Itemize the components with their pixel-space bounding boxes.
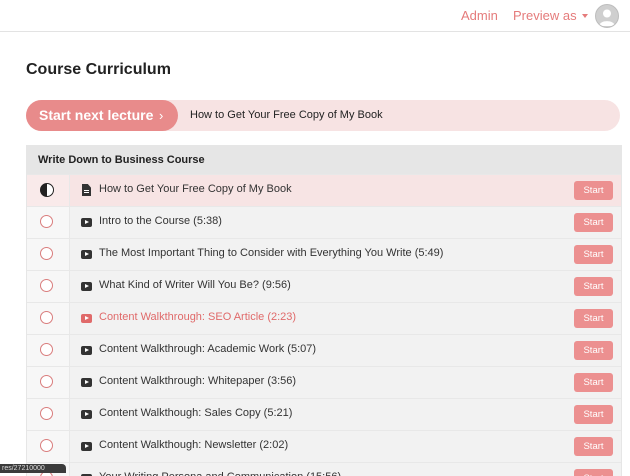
- lecture-status-cell: [27, 367, 70, 398]
- video-play-icon: [81, 250, 92, 259]
- lecture-row[interactable]: Intro to the Course (5:38) Start: [27, 206, 621, 238]
- lecture-start-button[interactable]: Start: [574, 437, 613, 456]
- lecture-title[interactable]: Your Writing Persona and Communication (…: [99, 471, 341, 476]
- lecture-list: How to Get Your Free Copy of My Book Star…: [27, 174, 621, 476]
- lecture-start-button[interactable]: Start: [574, 341, 613, 360]
- lecture-row[interactable]: Content Walkthough: Sales Copy (5:21) Sta…: [27, 398, 621, 430]
- lecture-status-cell: [27, 303, 70, 334]
- empty-circle-status-icon: [40, 215, 53, 228]
- video-play-icon: [81, 410, 92, 419]
- lecture-status-cell: [27, 239, 70, 270]
- user-avatar[interactable]: [595, 4, 619, 28]
- preview-as-label: Preview as: [513, 8, 577, 23]
- lecture-row[interactable]: Content Walkthrough: SEO Article (2:23) S…: [27, 302, 621, 334]
- empty-circle-status-icon: [40, 375, 53, 388]
- document-icon: [82, 184, 91, 196]
- lecture-row[interactable]: Content Walkthrough: Whitepaper (3:56) St…: [27, 366, 621, 398]
- chevron-right-icon: ›: [159, 108, 164, 123]
- next-lecture-bar: Start next lecture › How to Get Your Fre…: [26, 100, 620, 131]
- user-avatar-icon: [599, 9, 615, 26]
- lecture-start-button[interactable]: Start: [574, 245, 613, 264]
- lecture-start-button[interactable]: Start: [574, 309, 613, 328]
- start-next-lecture-label: Start next lecture: [39, 107, 154, 123]
- status-bar-url: res/27210000: [0, 464, 66, 473]
- lecture-status-cell: [27, 431, 70, 462]
- lecture-row[interactable]: How to Get Your Free Copy of My Book Star…: [27, 174, 621, 206]
- lecture-title[interactable]: Content Walkthough: Newsletter (2:02): [99, 439, 288, 451]
- preview-as-dropdown[interactable]: Preview as: [513, 8, 588, 23]
- lecture-status-cell: [27, 399, 70, 430]
- lecture-title[interactable]: How to Get Your Free Copy of My Book: [99, 183, 292, 195]
- video-play-icon: [81, 314, 92, 323]
- lecture-row[interactable]: Your Writing Persona and Communication (…: [27, 462, 621, 476]
- lecture-row[interactable]: What Kind of Writer Will You Be? (9:56) S…: [27, 270, 621, 302]
- lecture-status-cell: [27, 207, 70, 238]
- lecture-start-button[interactable]: Start: [574, 181, 613, 200]
- video-play-icon: [81, 442, 92, 451]
- video-play-icon: [81, 218, 92, 227]
- lecture-start-button[interactable]: Start: [574, 277, 613, 296]
- empty-circle-status-icon: [40, 407, 53, 420]
- page-title: Course Curriculum: [26, 61, 171, 78]
- lecture-row[interactable]: Content Walkthough: Newsletter (2:02) Sta…: [27, 430, 621, 462]
- course-section: Write Down to Business Course How to Get…: [26, 145, 622, 476]
- lecture-title[interactable]: Content Walkthrough: Academic Work (5:07…: [99, 343, 316, 355]
- top-navbar: Admin Preview as: [0, 0, 630, 32]
- lecture-start-button[interactable]: Start: [574, 373, 613, 392]
- lecture-status-cell: [27, 175, 70, 206]
- lecture-title[interactable]: Intro to the Course (5:38): [99, 215, 222, 227]
- lecture-title[interactable]: Content Walkthrough: SEO Article (2:23): [99, 311, 296, 323]
- video-play-icon: [81, 378, 92, 387]
- lecture-title[interactable]: Content Walkthrough: Whitepaper (3:56): [99, 375, 296, 387]
- lecture-start-button[interactable]: Start: [574, 213, 613, 232]
- empty-circle-status-icon: [40, 311, 53, 324]
- video-play-icon: [81, 346, 92, 355]
- lecture-status-cell: [27, 271, 70, 302]
- next-lecture-title: How to Get Your Free Copy of My Book: [190, 109, 383, 121]
- lecture-title[interactable]: The Most Important Thing to Consider wit…: [99, 247, 443, 259]
- admin-link[interactable]: Admin: [461, 8, 498, 23]
- video-play-icon: [81, 282, 92, 291]
- section-title: Write Down to Business Course: [27, 146, 621, 174]
- lecture-title[interactable]: What Kind of Writer Will You Be? (9:56): [99, 279, 291, 291]
- lecture-start-button[interactable]: Start: [574, 405, 613, 424]
- empty-circle-status-icon: [40, 247, 53, 260]
- lecture-status-cell: [27, 335, 70, 366]
- lecture-row[interactable]: Content Walkthrough: Academic Work (5:07…: [27, 334, 621, 366]
- empty-circle-status-icon: [40, 343, 53, 356]
- lecture-row[interactable]: The Most Important Thing to Consider wit…: [27, 238, 621, 270]
- empty-circle-status-icon: [40, 279, 53, 292]
- caret-down-icon: [581, 14, 588, 18]
- start-next-lecture-button[interactable]: Start next lecture ›: [26, 100, 178, 131]
- half-circle-progress-icon: [40, 183, 54, 197]
- empty-circle-status-icon: [40, 439, 53, 452]
- lecture-title[interactable]: Content Walkthough: Sales Copy (5:21): [99, 407, 292, 419]
